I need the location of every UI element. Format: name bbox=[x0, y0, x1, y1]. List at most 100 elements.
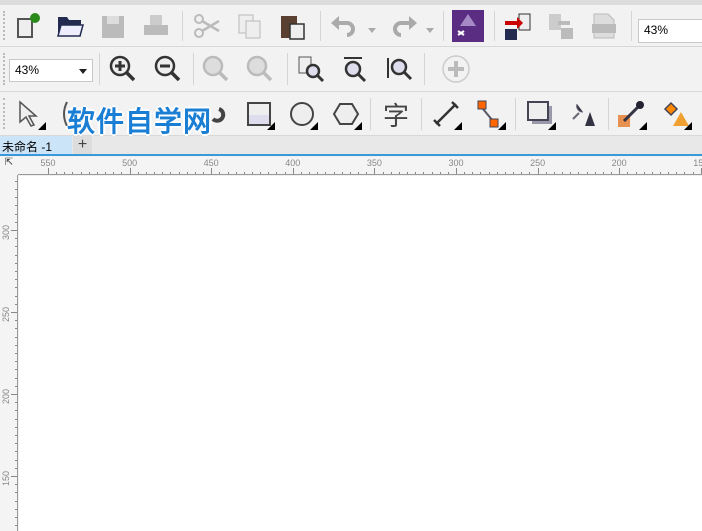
ruler-tick bbox=[15, 517, 17, 518]
zoom-to-page-icon[interactable] bbox=[295, 53, 327, 85]
separator bbox=[320, 11, 321, 41]
cut-icon[interactable] bbox=[191, 10, 223, 42]
rectangle-tool-icon[interactable] bbox=[243, 98, 275, 130]
ruler-tick bbox=[178, 172, 180, 174]
ruler-tick bbox=[15, 451, 17, 453]
ruler-label: 350 bbox=[366, 158, 382, 168]
paste-icon[interactable] bbox=[277, 10, 309, 42]
add-icon[interactable] bbox=[440, 53, 472, 85]
drawing-canvas[interactable] bbox=[19, 176, 702, 531]
ruler-tick bbox=[15, 279, 17, 281]
ruler-tick bbox=[643, 172, 645, 174]
ruler-tick bbox=[243, 172, 245, 174]
ruler-tick bbox=[521, 172, 523, 174]
save-icon[interactable] bbox=[97, 10, 129, 42]
ruler-tick bbox=[15, 262, 17, 264]
curve-tool-icon[interactable] bbox=[200, 98, 232, 130]
ruler-tick bbox=[15, 254, 17, 256]
zoom-in-icon[interactable] bbox=[107, 53, 139, 85]
ruler-tick bbox=[72, 172, 74, 174]
polygon-tool-icon[interactable] bbox=[330, 98, 362, 130]
text-tool-icon[interactable]: 字 bbox=[380, 98, 412, 131]
ruler-tick bbox=[15, 385, 17, 387]
add-document-tab-button[interactable]: + bbox=[73, 136, 92, 154]
print-icon[interactable] bbox=[140, 10, 172, 42]
zoom-to-selected-icon[interactable] bbox=[200, 53, 232, 85]
application-launcher-icon[interactable] bbox=[452, 10, 484, 42]
ruler-tick bbox=[480, 172, 482, 174]
drop-shadow-tool-icon[interactable] bbox=[524, 98, 556, 130]
zoom-to-all-objects-icon[interactable] bbox=[244, 53, 276, 85]
ruler-tick bbox=[423, 172, 425, 174]
ruler-tick bbox=[325, 172, 327, 174]
ruler-tick bbox=[48, 168, 49, 174]
ruler-tick bbox=[15, 467, 17, 469]
vertical-ruler[interactable]: 300 250 200 150 bbox=[0, 175, 18, 531]
ruler-tick bbox=[15, 189, 17, 190]
ruler-tick bbox=[537, 168, 539, 174]
redo-icon[interactable] bbox=[388, 10, 420, 42]
toolbar-grip[interactable] bbox=[3, 53, 5, 85]
ruler-tick bbox=[11, 312, 17, 313]
ruler-tick bbox=[660, 172, 661, 174]
zoom-to-page-height-icon[interactable] bbox=[383, 53, 415, 85]
ruler-tick bbox=[56, 172, 58, 174]
zoom-out-icon[interactable] bbox=[152, 53, 184, 85]
zoom-toolbar: 43% bbox=[0, 47, 702, 92]
pick-tool-icon[interactable] bbox=[14, 98, 46, 130]
ruler-tick bbox=[15, 361, 17, 363]
ruler-tick bbox=[374, 168, 376, 174]
interactive-fill-tool-icon[interactable] bbox=[660, 98, 692, 130]
ruler-tick bbox=[684, 172, 686, 174]
separator bbox=[608, 98, 609, 130]
ruler-label: 300 bbox=[1, 224, 11, 240]
ruler-tick bbox=[15, 410, 17, 412]
zoom-level-combo[interactable]: 43% bbox=[638, 19, 702, 43]
ruler-label: 200 bbox=[1, 388, 11, 404]
ruler-label: 150 bbox=[693, 158, 702, 168]
ruler-tick bbox=[341, 172, 343, 174]
ruler-tick bbox=[268, 172, 270, 174]
standard-toolbar: 43% bbox=[0, 5, 702, 47]
ruler-tick bbox=[545, 172, 547, 174]
separator bbox=[370, 98, 371, 130]
zoom-level-dropdown[interactable]: 43% bbox=[9, 59, 93, 82]
ruler-origin-icon[interactable]: ⇱ bbox=[0, 157, 18, 175]
transparency-tool-icon[interactable] bbox=[566, 98, 598, 130]
publish-pdf-icon[interactable] bbox=[588, 10, 620, 42]
eyedropper-tool-icon[interactable] bbox=[615, 98, 647, 130]
new-document-icon[interactable] bbox=[12, 10, 44, 42]
ruler-tick bbox=[170, 172, 172, 174]
shape-tool-icon[interactable] bbox=[58, 98, 90, 130]
zoom-to-page-width-icon[interactable] bbox=[339, 53, 371, 85]
undo-dropdown[interactable] bbox=[368, 28, 376, 33]
toolbar-grip[interactable] bbox=[3, 11, 5, 40]
ruler-tick bbox=[15, 508, 17, 510]
horizontal-ruler[interactable]: 550 500 450 400 350 300 250 200 150 bbox=[18, 157, 702, 175]
ruler-tick bbox=[15, 500, 17, 502]
ruler-tick bbox=[366, 172, 368, 174]
redo-dropdown[interactable] bbox=[426, 28, 434, 33]
ruler-tick bbox=[113, 172, 115, 174]
ruler-tick bbox=[15, 344, 17, 346]
copy-icon[interactable] bbox=[234, 10, 266, 42]
connector-tool-icon[interactable] bbox=[474, 98, 506, 130]
undo-icon[interactable] bbox=[328, 10, 360, 42]
separator bbox=[443, 11, 444, 41]
import-icon[interactable] bbox=[502, 10, 534, 42]
ellipse-tool-icon[interactable] bbox=[286, 98, 318, 130]
ruler-tick bbox=[619, 168, 621, 174]
ruler-tick bbox=[309, 172, 311, 174]
dimension-tool-icon[interactable] bbox=[430, 98, 462, 130]
ruler-tick bbox=[15, 221, 17, 223]
ruler-tick bbox=[15, 295, 17, 297]
export-icon[interactable] bbox=[545, 10, 577, 42]
toolbar-grip[interactable] bbox=[3, 98, 5, 129]
ruler-tick bbox=[407, 172, 409, 174]
open-folder-icon[interactable] bbox=[54, 10, 86, 42]
document-tab[interactable]: 未命名 -1 bbox=[0, 136, 72, 154]
ruler-tick bbox=[121, 172, 123, 174]
ruler-tick bbox=[64, 172, 66, 174]
ruler-tick bbox=[15, 426, 17, 428]
ruler-tick bbox=[15, 525, 17, 527]
